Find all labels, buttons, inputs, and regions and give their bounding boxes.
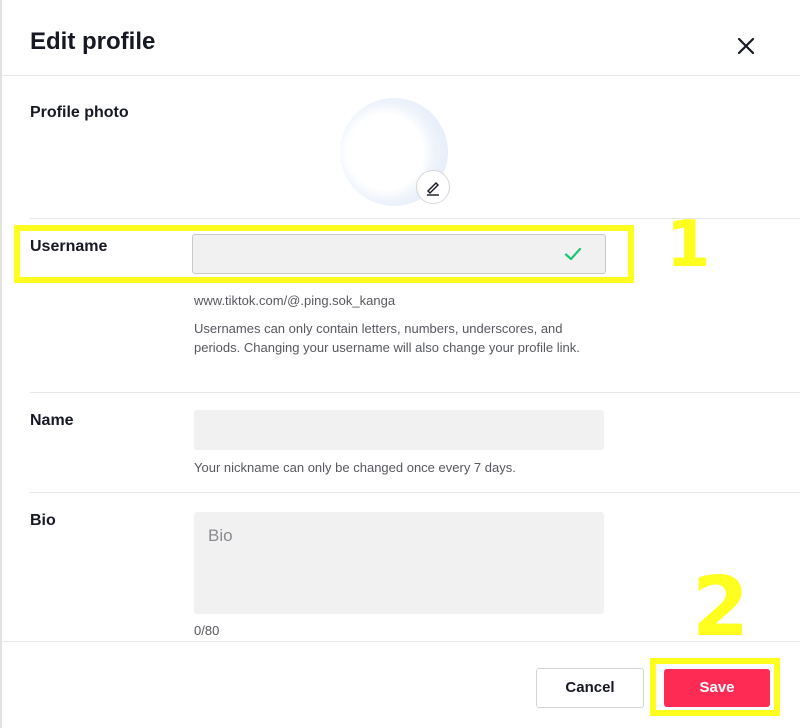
step-2-annotation: 2 <box>692 560 750 655</box>
bio-textarea[interactable] <box>194 512 604 614</box>
cancel-button[interactable]: Cancel <box>536 668 644 708</box>
username-help-text: Usernames can only contain letters, numb… <box>194 321 580 355</box>
name-input[interactable] <box>194 410 604 450</box>
profile-link-text: www.tiktok.com/@.ping.sok_kanga <box>194 293 396 308</box>
pencil-icon <box>427 182 439 196</box>
edit-avatar-button[interactable] <box>416 170 450 204</box>
edit-profile-modal: Edit profile Profile photo Username www.… <box>0 0 800 728</box>
name-label: Name <box>30 412 74 429</box>
bio-character-counter: 0/80 <box>194 623 220 638</box>
step-1-annotation: 1 <box>666 208 711 282</box>
footer-divider <box>2 641 800 642</box>
save-highlight-box <box>650 658 780 716</box>
profile-photo-label: Profile photo <box>30 104 129 121</box>
close-icon <box>737 37 755 55</box>
bio-label: Bio <box>30 512 56 529</box>
close-button[interactable] <box>728 28 762 62</box>
username-highlight-box <box>14 225 634 283</box>
modal-title: Edit profile <box>30 28 156 55</box>
section-divider <box>30 492 800 493</box>
section-divider <box>30 392 800 393</box>
bio-placeholder: Bio <box>208 526 233 545</box>
name-help-text: Your nickname can only be changed once e… <box>194 460 516 475</box>
modal-header: Edit profile <box>2 0 800 76</box>
